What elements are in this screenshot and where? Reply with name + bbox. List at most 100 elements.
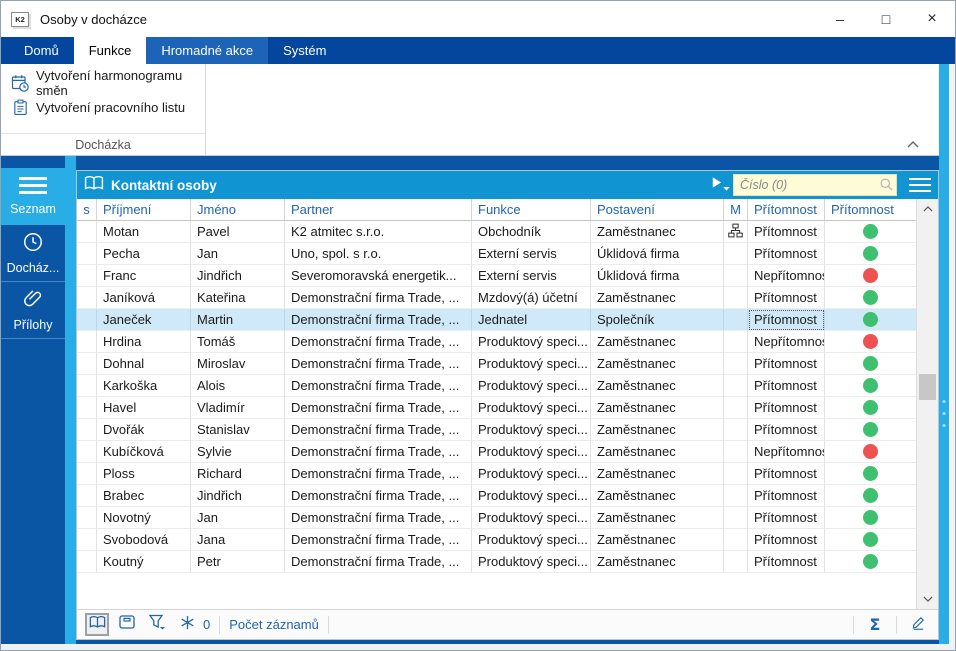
scroll-up-button[interactable] xyxy=(917,199,938,219)
cell-presence-indicator[interactable] xyxy=(825,507,916,529)
cell-jmeno[interactable]: Jindřich xyxy=(191,485,285,507)
table-row[interactable]: Pecha Jan Uno, spol. s r.o. Externí servis Ú… xyxy=(77,243,916,265)
cell-jmeno[interactable]: Jana xyxy=(191,529,285,551)
cell-m[interactable] xyxy=(724,221,748,243)
cell-selector[interactable] xyxy=(77,265,97,287)
cell-partner[interactable]: Demonstrační firma Trade, ... xyxy=(285,309,472,331)
table-row[interactable]: Svobodová Jana Demonstrační firma Trade, .… xyxy=(77,529,916,551)
cell-pritomnost[interactable]: Přítomnost xyxy=(748,243,825,265)
cell-postaveni[interactable]: Zaměstnanec xyxy=(591,419,724,441)
cell-selector[interactable] xyxy=(77,507,97,529)
cell-presence-indicator[interactable] xyxy=(825,397,916,419)
column-header-jmeno[interactable]: Jméno xyxy=(191,199,285,221)
cell-jmeno[interactable]: Jan xyxy=(191,243,285,265)
cell-jmeno[interactable]: Pavel xyxy=(191,221,285,243)
cell-pritomnost[interactable]: Přítomnost xyxy=(748,375,825,397)
cell-pritomnost[interactable]: Přítomnost xyxy=(748,419,825,441)
cell-pritomnost[interactable]: Přítomnost xyxy=(748,353,825,375)
cell-selector[interactable] xyxy=(77,309,97,331)
cell-pritomnost[interactable]: Nepřítomnost xyxy=(748,265,825,287)
cell-jmeno[interactable]: Tomáš xyxy=(191,331,285,353)
cell-pritomnost[interactable]: Přítomnost xyxy=(748,529,825,551)
cell-presence-indicator[interactable] xyxy=(825,551,916,573)
cell-presence-indicator[interactable] xyxy=(825,243,916,265)
table-row[interactable]: Dohnal Miroslav Demonstrační firma Trade, … xyxy=(77,353,916,375)
cell-funkce[interactable]: Produktový speci... xyxy=(472,441,591,463)
book-view-button[interactable] xyxy=(85,613,109,636)
cell-m[interactable] xyxy=(724,309,748,331)
cell-m[interactable] xyxy=(724,375,748,397)
cell-funkce[interactable]: Produktový speci... xyxy=(472,331,591,353)
cell-funkce[interactable]: Produktový speci... xyxy=(472,485,591,507)
cell-funkce[interactable]: Externí servis xyxy=(472,243,591,265)
table-row[interactable]: Brabec Jindřich Demonstrační firma Trade, … xyxy=(77,485,916,507)
cell-m[interactable] xyxy=(724,353,748,375)
cell-funkce[interactable]: Externí servis xyxy=(472,265,591,287)
cell-pritomnost[interactable]: Přítomnost xyxy=(748,485,825,507)
panel-menu-button[interactable] xyxy=(904,171,936,199)
cell-partner[interactable]: Uno, spol. s r.o. xyxy=(285,243,472,265)
cell-postaveni[interactable]: Zaměstnanec xyxy=(591,287,724,309)
cell-jmeno[interactable]: Martin xyxy=(191,309,285,331)
cell-presence-indicator[interactable] xyxy=(825,265,916,287)
table-row[interactable]: Novotný Jan Demonstrační firma Trade, ... P… xyxy=(77,507,916,529)
cell-prijmeni[interactable]: Koutný xyxy=(97,551,191,573)
run-button[interactable] xyxy=(701,173,731,197)
cell-pritomnost[interactable]: Přítomnost xyxy=(748,287,825,309)
cell-postaveni[interactable]: Společník xyxy=(591,309,724,331)
cell-selector[interactable] xyxy=(77,441,97,463)
cell-partner[interactable]: Demonstrační firma Trade, ... xyxy=(285,331,472,353)
column-header-s[interactable]: s xyxy=(77,199,97,221)
cell-jmeno[interactable]: Stanislav xyxy=(191,419,285,441)
cell-postaveni[interactable]: Zaměstnanec xyxy=(591,529,724,551)
cell-partner[interactable]: Demonstrační firma Trade, ... xyxy=(285,375,472,397)
cell-prijmeni[interactable]: Novotný xyxy=(97,507,191,529)
tab-domu[interactable]: Domů xyxy=(9,37,74,64)
cell-selector[interactable] xyxy=(77,331,97,353)
cell-prijmeni[interactable]: Svobodová xyxy=(97,529,191,551)
snowflake-filter-button[interactable] xyxy=(175,613,199,636)
cell-jmeno[interactable]: Miroslav xyxy=(191,353,285,375)
sum-button[interactable]: Σ xyxy=(863,613,887,636)
vertical-scrollbar[interactable] xyxy=(916,199,938,609)
cell-pritomnost[interactable]: Nepřítomnost xyxy=(748,441,825,463)
cell-partner[interactable]: Demonstrační firma Trade, ... xyxy=(285,529,472,551)
cell-postaveni[interactable]: Zaměstnanec xyxy=(591,221,724,243)
cell-funkce[interactable]: Mzdový(á) účetní xyxy=(472,287,591,309)
cell-prijmeni[interactable]: Karkoška xyxy=(97,375,191,397)
archive-box-button[interactable] xyxy=(115,613,139,636)
cell-selector[interactable] xyxy=(77,419,97,441)
close-button[interactable]: × xyxy=(909,1,955,37)
table-row[interactable]: Janíková Kateřina Demonstrační firma Trade… xyxy=(77,287,916,309)
table-row[interactable]: Hrdina Tomáš Demonstrační firma Trade, ...… xyxy=(77,331,916,353)
cell-partner[interactable]: Demonstrační firma Trade, ... xyxy=(285,463,472,485)
cell-prijmeni[interactable]: Brabec xyxy=(97,485,191,507)
cell-funkce[interactable]: Produktový speci... xyxy=(472,551,591,573)
cell-jmeno[interactable]: Jan xyxy=(191,507,285,529)
cell-selector[interactable] xyxy=(77,529,97,551)
cell-prijmeni[interactable]: Janeček xyxy=(97,309,191,331)
cell-selector[interactable] xyxy=(77,397,97,419)
cell-partner[interactable]: Demonstrační firma Trade, ... xyxy=(285,485,472,507)
cell-postaveni[interactable]: Zaměstnanec xyxy=(591,551,724,573)
table-row[interactable]: Ploss Richard Demonstrační firma Trade, ..… xyxy=(77,463,916,485)
cell-pritomnost[interactable]: Přítomnost xyxy=(748,221,825,243)
table-row[interactable]: Motan Pavel K2 atmitec s.r.o. Obchodník Zamě… xyxy=(77,221,916,243)
table-row[interactable]: Janeček Martin Demonstrační firma Trade, .… xyxy=(77,309,916,331)
cell-postaveni[interactable]: Úklidová firma xyxy=(591,243,724,265)
cell-m[interactable] xyxy=(724,287,748,309)
left-splitter[interactable] xyxy=(65,156,76,644)
cell-pritomnost[interactable]: Přítomnost xyxy=(748,309,825,331)
tab-system[interactable]: Systém xyxy=(268,37,341,64)
cell-prijmeni[interactable]: Dohnal xyxy=(97,353,191,375)
cell-m[interactable] xyxy=(724,463,748,485)
cell-postaveni[interactable]: Zaměstnanec xyxy=(591,441,724,463)
cell-funkce[interactable]: Produktový speci... xyxy=(472,507,591,529)
tab-funkce[interactable]: Funkce xyxy=(73,37,147,64)
table-row[interactable]: Koutný Petr Demonstrační firma Trade, ... P… xyxy=(77,551,916,573)
cell-m[interactable] xyxy=(724,529,748,551)
scrollbar-track[interactable] xyxy=(917,219,938,589)
column-header-pritomnost-indicator[interactable]: Přítomnost xyxy=(825,199,916,221)
cell-postaveni[interactable]: Zaměstnanec xyxy=(591,331,724,353)
cell-selector[interactable] xyxy=(77,463,97,485)
